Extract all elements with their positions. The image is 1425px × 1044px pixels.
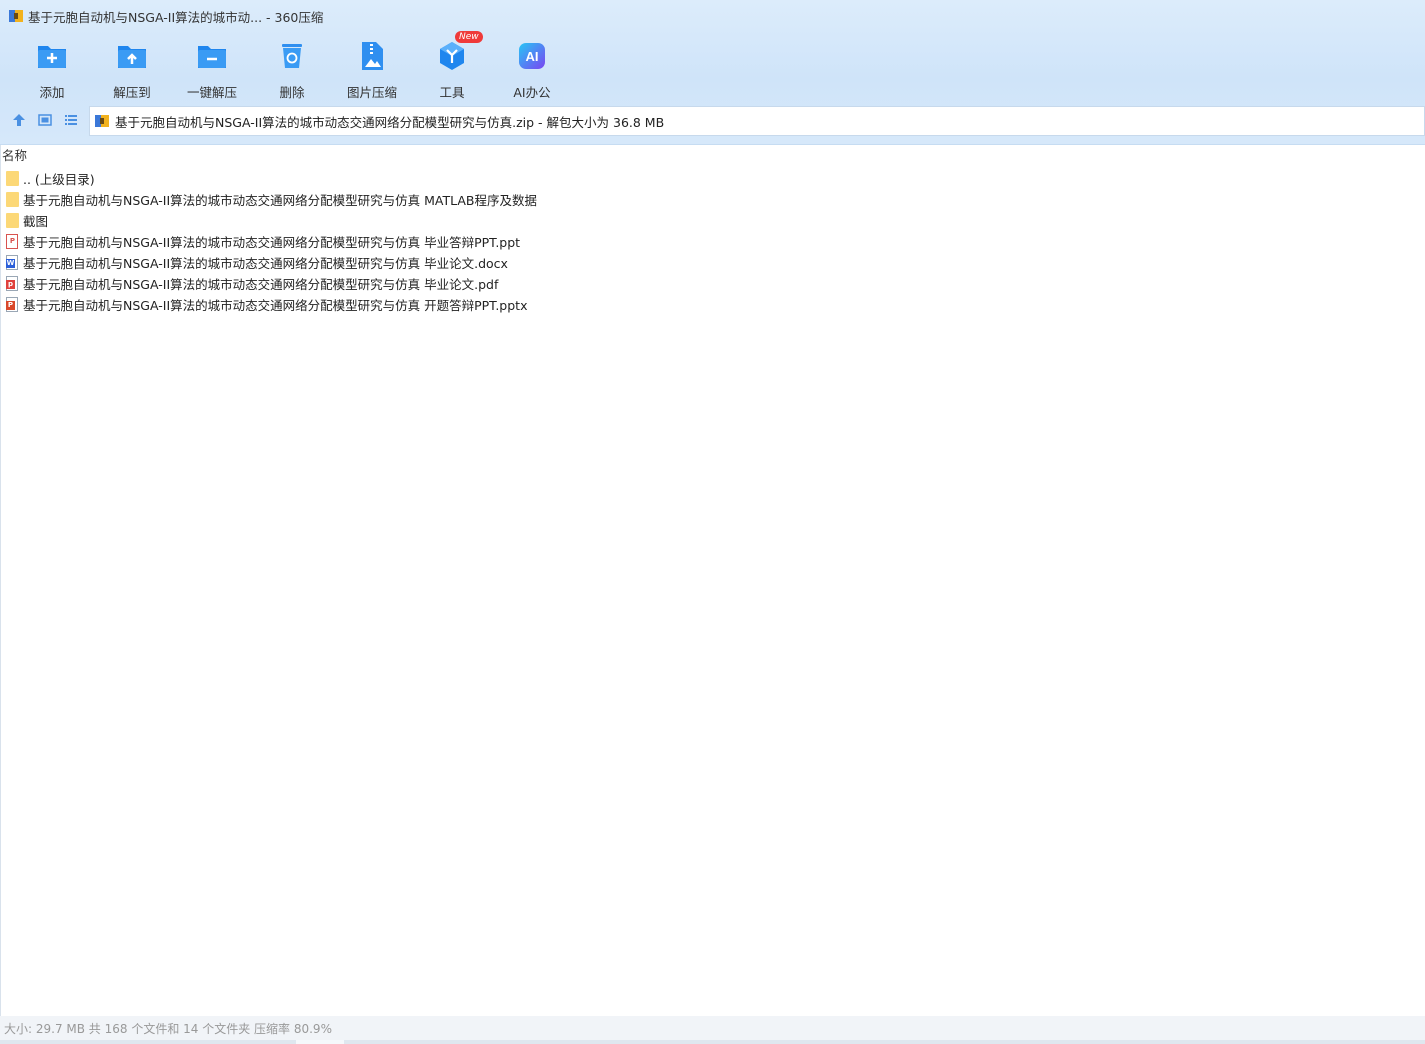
scrollbar-thumb[interactable] [296, 1040, 344, 1044]
list-view-icon [63, 112, 79, 131]
go-up-button[interactable] [6, 106, 32, 136]
app-logo-icon [8, 8, 24, 24]
list-item[interactable]: .. (上级目录) [0, 168, 1425, 189]
window-chrome: 基于元胞自动机与NSGA-II算法的城市动... - 360压缩 添加 解压到 … [0, 0, 1425, 145]
list-item[interactable]: W 基于元胞自动机与NSGA-II算法的城市动态交通网络分配模型研究与仿真 毕业… [0, 252, 1425, 273]
toolbar-ai-office-button[interactable]: AI AI办公 [492, 38, 572, 100]
horizontal-scrollbar[interactable] [0, 1040, 1425, 1044]
folder-icon [6, 170, 20, 187]
pptx-file-icon: P [6, 296, 20, 313]
folder-oneclick-icon [196, 40, 228, 72]
list-item[interactable]: P 基于元胞自动机与NSGA-II算法的城市动态交通网络分配模型研究与仿真 毕业… [0, 231, 1425, 252]
column-header-name[interactable]: 名称 [0, 146, 1425, 166]
window-title: 基于元胞自动机与NSGA-II算法的城市动... - 360压缩 [28, 9, 324, 25]
tools-cube-icon [436, 40, 468, 72]
recycle-bin-icon [276, 40, 308, 72]
status-text: 大小: 29.7 MB 共 168 个文件和 14 个文件夹 压缩率 80.9% [4, 1021, 332, 1036]
toolbar-image-compress-button[interactable]: 图片压缩 [332, 38, 412, 100]
toolbar-extract-to-button[interactable]: 解压到 [92, 38, 172, 100]
status-bar: 大小: 29.7 MB 共 168 个文件和 14 个文件夹 压缩率 80.9% [0, 1016, 1425, 1040]
list-item[interactable]: 截图 [0, 210, 1425, 231]
zip-archive-icon [94, 113, 110, 129]
folder-add-icon [36, 40, 68, 72]
address-text: 基于元胞自动机与NSGA-II算法的城市动态交通网络分配模型研究与仿真.zip … [115, 114, 665, 130]
ppt-file-icon: P [6, 233, 20, 250]
ai-office-icon: AI [516, 40, 548, 72]
address-bar[interactable]: 基于元胞自动机与NSGA-II算法的城市动态交通网络分配模型研究与仿真.zip … [89, 106, 1425, 136]
address-row: 基于元胞自动机与NSGA-II算法的城市动态交通网络分配模型研究与仿真.zip … [0, 106, 1425, 136]
folder-icon [6, 191, 20, 208]
pdf-file-icon: p [6, 275, 20, 292]
svg-text:AI: AI [526, 49, 539, 64]
thumbnail-view-button[interactable] [32, 106, 58, 136]
arrow-up-icon [11, 112, 27, 131]
folder-extract-icon [116, 40, 148, 72]
list-item[interactable]: P 基于元胞自动机与NSGA-II算法的城市动态交通网络分配模型研究与仿真 开题… [0, 294, 1425, 315]
title-bar: 基于元胞自动机与NSGA-II算法的城市动... - 360压缩 [0, 0, 1425, 32]
toolbar-oneclick-extract-button[interactable]: 一键解压 [172, 38, 252, 100]
list-item[interactable]: 基于元胞自动机与NSGA-II算法的城市动态交通网络分配模型研究与仿真 MATL… [0, 189, 1425, 210]
image-zip-icon [356, 40, 388, 72]
list-view-button[interactable] [58, 106, 84, 136]
toolbar-add-button[interactable]: 添加 [12, 38, 92, 100]
new-badge: New [455, 31, 483, 43]
folder-icon [6, 212, 20, 229]
main-toolbar: 添加 解压到 一键解压 删除 图片压缩 New 工具 AI AI办公 [12, 31, 572, 100]
toolbar-tools-button[interactable]: New 工具 [412, 31, 492, 100]
toolbar-delete-button[interactable]: 删除 [252, 38, 332, 100]
thumbnail-view-icon [37, 112, 53, 131]
file-list: .. (上级目录) 基于元胞自动机与NSGA-II算法的城市动态交通网络分配模型… [0, 168, 1425, 315]
word-file-icon: W [6, 254, 20, 271]
list-item[interactable]: p 基于元胞自动机与NSGA-II算法的城市动态交通网络分配模型研究与仿真 毕业… [0, 273, 1425, 294]
